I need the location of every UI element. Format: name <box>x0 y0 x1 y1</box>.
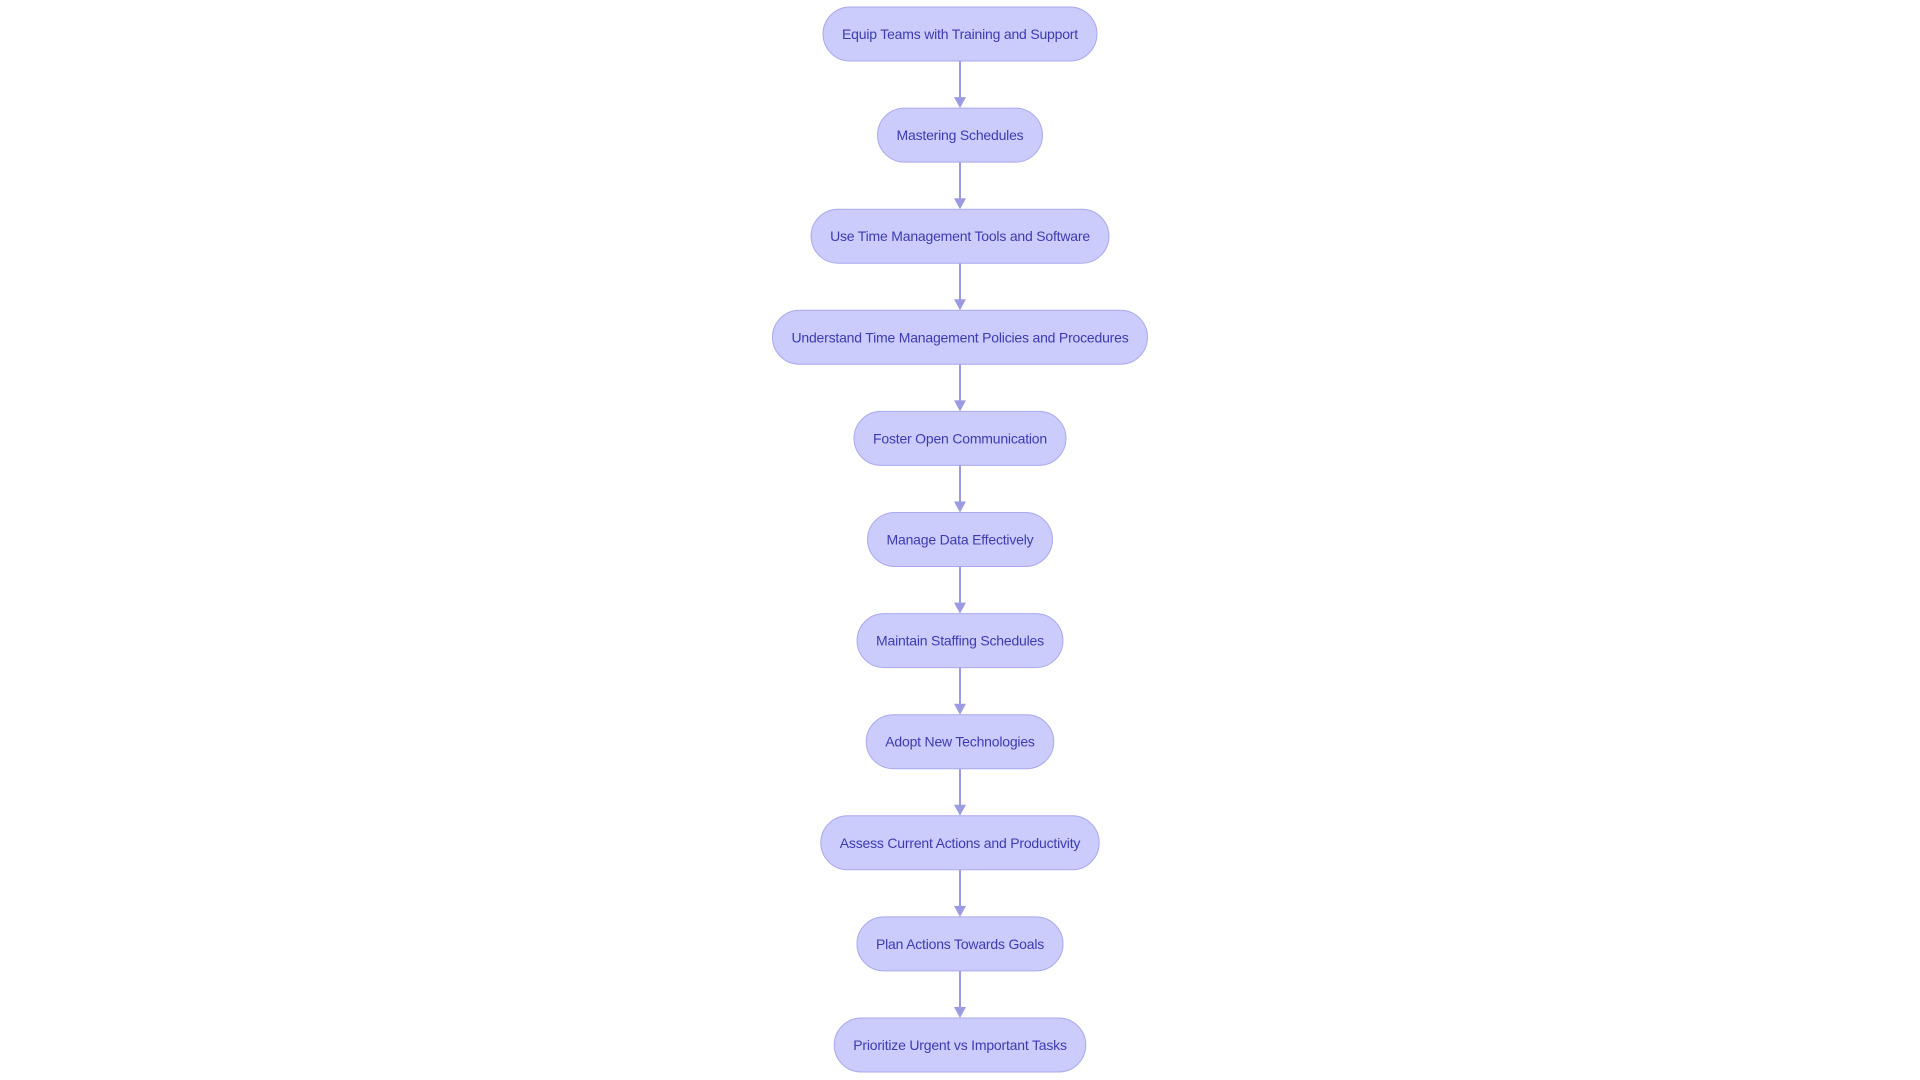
flow-edge <box>954 768 966 816</box>
flow-edge <box>954 667 966 715</box>
arrowhead-icon <box>954 1007 966 1018</box>
flow-edge <box>954 263 966 311</box>
flow-node-label: Equip Teams with Training and Support <box>842 26 1078 42</box>
flow-node: Adopt New Technologies <box>865 714 1055 770</box>
arrowhead-icon <box>954 905 966 917</box>
flow-node-label: Mastering Schedules <box>897 127 1024 143</box>
arrowhead-icon <box>954 400 966 412</box>
flow-node-label: Prioritize Urgent vs Important Tasks <box>853 1037 1067 1053</box>
flow-node: Mastering Schedules <box>877 107 1043 163</box>
flow-edge <box>954 162 966 210</box>
flow-node: Assess Current Actions and Productivity <box>820 815 1100 871</box>
arrowhead-icon <box>954 804 966 816</box>
flow-edge <box>954 364 966 412</box>
flow-edge <box>954 465 966 513</box>
flow-node-label: Plan Actions Towards Goals <box>876 936 1044 952</box>
flow-edge <box>954 566 966 614</box>
flow-edge <box>954 869 966 917</box>
flow-node: Manage Data Effectively <box>867 512 1053 567</box>
flow-node: Equip Teams with Training and Support <box>822 6 1098 62</box>
flow-node-label: Adopt New Technologies <box>885 734 1035 750</box>
flow-node-label: Foster Open Communication <box>873 430 1047 446</box>
flowchart: Equip Teams with Training and Support Mas… <box>771 6 1149 1073</box>
flow-node: Use Time Management Tools and Software <box>810 208 1110 264</box>
flow-node-label: Understand Time Management Policies and … <box>791 329 1128 345</box>
arrowhead-icon <box>954 97 966 109</box>
arrowhead-icon <box>954 198 966 210</box>
flow-node: Maintain Staffing Schedules <box>856 613 1064 669</box>
flow-edge <box>954 61 966 109</box>
arrowhead-icon <box>954 703 966 715</box>
flow-edge <box>954 970 966 1018</box>
flow-node: Foster Open Communication <box>853 410 1067 466</box>
flow-node-label: Maintain Staffing Schedules <box>876 633 1044 649</box>
flow-node-label: Manage Data Effectively <box>887 532 1034 548</box>
flow-node: Prioritize Urgent vs Important Tasks <box>833 1017 1087 1073</box>
arrowhead-icon <box>954 602 966 614</box>
flow-node-label: Assess Current Actions and Productivity <box>840 835 1081 851</box>
flow-node-label: Use Time Management Tools and Software <box>830 228 1090 244</box>
flow-node: Plan Actions Towards Goals <box>856 916 1064 972</box>
flow-node: Understand Time Management Policies and … <box>771 309 1149 365</box>
arrowhead-icon <box>954 501 966 513</box>
arrowhead-icon <box>954 299 966 311</box>
